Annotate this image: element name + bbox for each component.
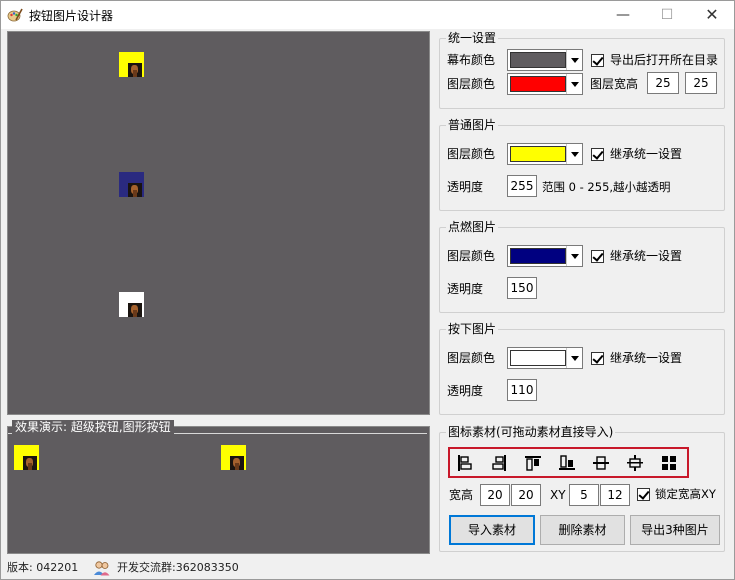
layer-color-label: 图层颜色 xyxy=(447,147,496,161)
layer-size-label: 图层宽高 xyxy=(590,77,639,91)
inherit-label: 继承统一设置 xyxy=(610,249,683,263)
open-dir-checkbox[interactable] xyxy=(591,54,604,67)
pressed-inherit-checkbox[interactable] xyxy=(591,352,604,365)
align-top-icon[interactable] xyxy=(524,454,542,472)
layer-height-input[interactable]: 25 xyxy=(685,72,717,94)
grid-icon[interactable] xyxy=(660,454,678,472)
center-horizontal-icon[interactable] xyxy=(592,454,610,472)
avatar-image xyxy=(230,456,244,470)
group-legend: 点燃图片 xyxy=(446,220,499,235)
canvas-color-select[interactable] xyxy=(507,49,583,71)
group-legend: 普通图片 xyxy=(446,118,499,133)
demo-graphic-button[interactable] xyxy=(221,445,246,470)
hover-image-group: 点燃图片 图层颜色 继承统一设置 透明度 150 xyxy=(439,220,725,313)
material-height-input[interactable]: 20 xyxy=(511,484,541,506)
title-bar[interactable]: 按钮图片设计器 — ☐ ✕ xyxy=(1,1,734,29)
unified-settings-group: 统一设置 幕布颜色 导出后打开所在目录 图层颜色 图层宽高 25 25 xyxy=(439,31,725,109)
open-dir-label: 导出后打开所在目录 xyxy=(610,53,719,67)
normal-inherit-checkbox[interactable] xyxy=(591,148,604,161)
inherit-label: 继承统一设置 xyxy=(610,351,683,365)
layer-color-label: 图层颜色 xyxy=(447,77,496,91)
chevron-down-icon[interactable] xyxy=(566,246,582,266)
pressed-image-group: 按下图片 图层颜色 继承统一设置 透明度 110 xyxy=(439,322,725,415)
lock-size-checkbox[interactable] xyxy=(637,488,650,501)
group-legend: 按下图片 xyxy=(446,322,499,337)
demo-area: 效果演示: 超级按钮,图形按钮 xyxy=(7,420,430,554)
material-x-input[interactable]: 5 xyxy=(569,484,599,506)
layer-color-select[interactable] xyxy=(507,73,583,95)
avatar-image xyxy=(128,183,142,197)
material-width-input[interactable]: 20 xyxy=(480,484,510,506)
center-vertical-icon[interactable] xyxy=(626,454,644,472)
color-swatch xyxy=(510,76,566,92)
opacity-label: 透明度 xyxy=(447,384,484,398)
canvas-color-label: 幕布颜色 xyxy=(447,53,496,67)
layer-width-input[interactable]: 25 xyxy=(647,72,679,94)
demo-legend: 效果演示: 超级按钮,图形按钮 xyxy=(12,420,174,434)
material-size-label: 宽高 xyxy=(449,488,474,502)
inherit-label: 继承统一设置 xyxy=(610,147,683,161)
avatar-image xyxy=(23,456,37,470)
pressed-layer-color-select[interactable] xyxy=(507,347,583,369)
app-window: 按钮图片设计器 — ☐ ✕ 效果演示: 超级按钮,图形按钮 统一设置 幕布颜色 … xyxy=(0,0,735,580)
color-swatch xyxy=(510,146,566,162)
align-left-icon[interactable] xyxy=(456,454,474,472)
color-swatch xyxy=(510,248,566,264)
pressed-preview-image xyxy=(119,292,144,317)
material-y-input[interactable]: 12 xyxy=(600,484,630,506)
material-xy-label: XY xyxy=(550,488,566,502)
hover-preview-image xyxy=(119,172,144,197)
export-images-button[interactable]: 导出3种图片 xyxy=(630,515,720,545)
import-material-button[interactable]: 导入素材 xyxy=(449,515,535,545)
window-title: 按钮图片设计器 xyxy=(29,9,114,23)
layer-color-label: 图层颜色 xyxy=(447,249,496,263)
demo-super-button[interactable] xyxy=(14,445,39,470)
chevron-down-icon[interactable] xyxy=(566,50,582,70)
normal-opacity-input[interactable]: 255 xyxy=(507,175,537,197)
design-canvas[interactable] xyxy=(7,31,430,415)
users-icon xyxy=(94,561,110,576)
normal-layer-color-select[interactable] xyxy=(507,143,583,165)
delete-material-button[interactable]: 删除素材 xyxy=(540,515,625,545)
hover-layer-color-select[interactable] xyxy=(507,245,583,267)
opacity-label: 透明度 xyxy=(447,282,484,296)
paint-brush-icon xyxy=(7,8,23,22)
group-legend: 统一设置 xyxy=(446,31,499,46)
hover-opacity-input[interactable]: 150 xyxy=(507,277,537,299)
alignment-toolbar xyxy=(448,447,689,478)
normal-image-group: 普通图片 图层颜色 继承统一设置 透明度 255 范围 0 - 255,越小越透… xyxy=(439,118,725,211)
lock-size-label: 锁定宽高XY xyxy=(655,487,716,501)
version-label: 版本: 042201 xyxy=(7,561,79,574)
chevron-down-icon[interactable] xyxy=(566,348,582,368)
layer-color-label: 图层颜色 xyxy=(447,351,496,365)
color-swatch xyxy=(510,52,566,68)
close-button[interactable]: ✕ xyxy=(690,1,734,29)
group-legend: 图标素材(可拖动素材直接导入) xyxy=(446,425,616,440)
minimize-button[interactable]: — xyxy=(601,1,645,29)
align-right-icon[interactable] xyxy=(490,454,508,472)
dev-group-label: 开发交流群:362083350 xyxy=(117,561,239,574)
align-bottom-icon[interactable] xyxy=(558,454,576,472)
normal-preview-image xyxy=(119,52,144,77)
maximize-button[interactable]: ☐ xyxy=(645,1,689,29)
color-swatch xyxy=(510,350,566,366)
hover-inherit-checkbox[interactable] xyxy=(591,250,604,263)
avatar-image xyxy=(128,63,142,77)
opacity-label: 透明度 xyxy=(447,180,484,194)
chevron-down-icon[interactable] xyxy=(566,144,582,164)
avatar-image xyxy=(128,303,142,317)
pressed-opacity-input[interactable]: 110 xyxy=(507,379,537,401)
chevron-down-icon[interactable] xyxy=(566,74,582,94)
opacity-range-label: 范围 0 - 255,越小越透明 xyxy=(542,180,671,194)
